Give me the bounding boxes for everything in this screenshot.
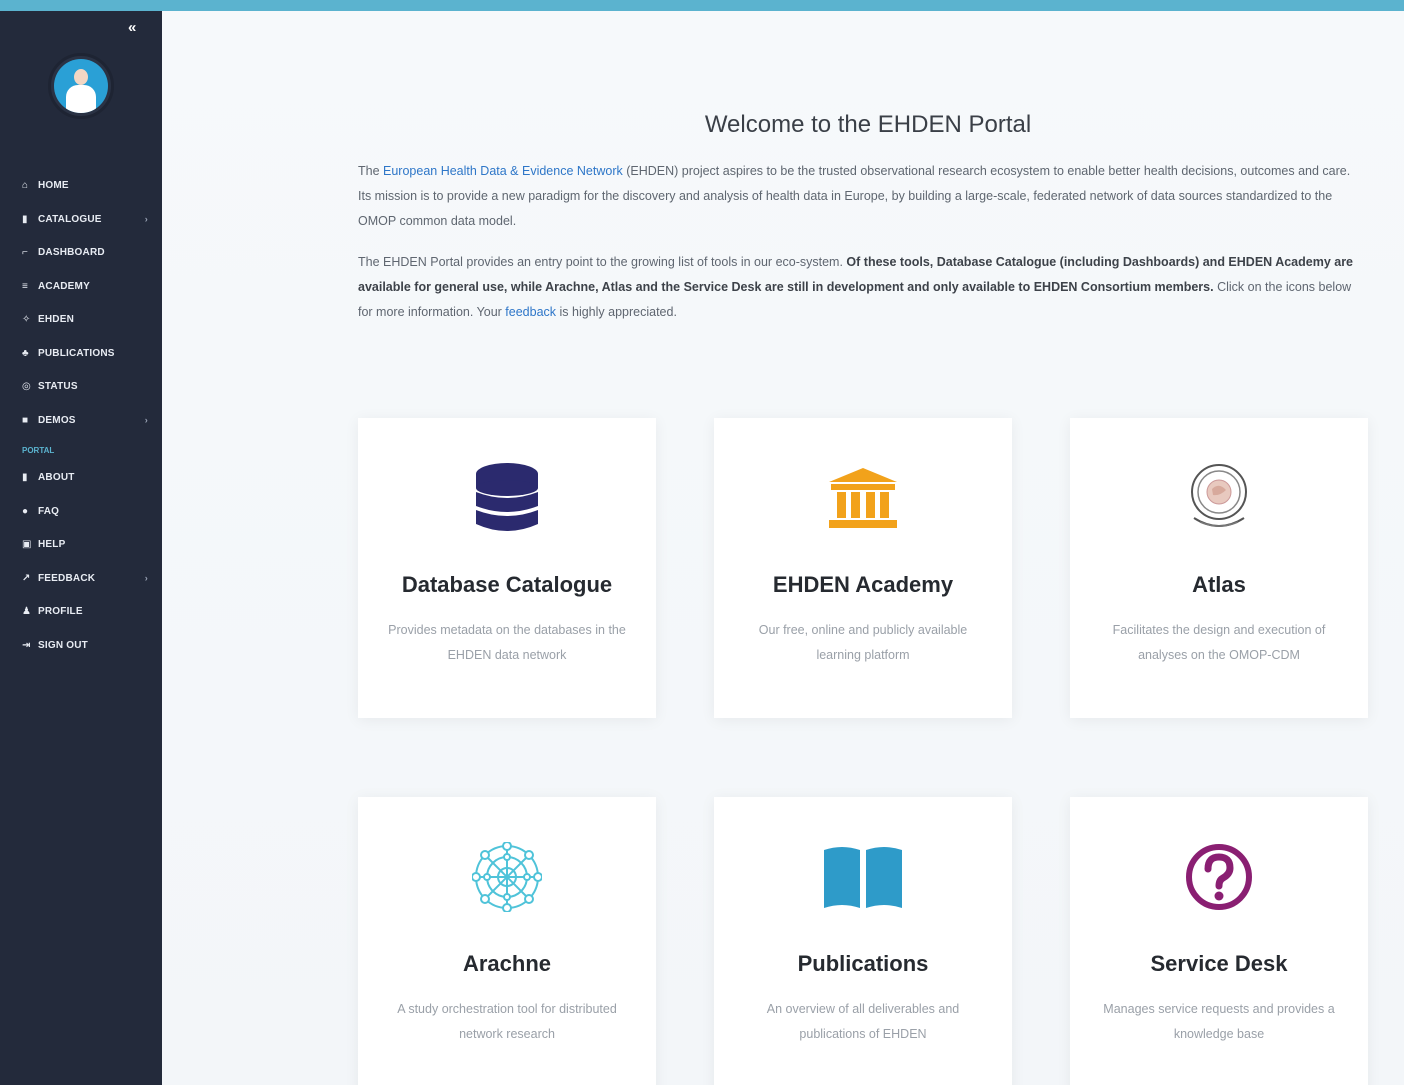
card-title: Database Catalogue: [401, 572, 613, 597]
sidebar-item-demos[interactable]: ■ DEMOS ›: [0, 404, 162, 438]
book-icon: ▮: [22, 213, 28, 225]
card-publications[interactable]: Publications An overview of all delivera…: [714, 797, 1012, 1085]
chevron-right-icon: ›: [144, 573, 148, 584]
ehden-network-link[interactable]: European Health Data & Evidence Network: [383, 164, 623, 178]
card-title: Arachne: [462, 951, 552, 976]
home-icon: ⌂: [22, 180, 29, 192]
card-database-catalogue[interactable]: Database Catalogue Provides metadata on …: [358, 418, 656, 718]
card-service-desk[interactable]: Service Desk Manages service requests an…: [1070, 797, 1368, 1085]
card-title: Publications: [797, 951, 929, 976]
sidebar-item-label: EHDEN: [38, 314, 75, 326]
sidebar-item-feedback[interactable]: ↗ FEEDBACK ›: [0, 562, 162, 596]
sidebar-item-publications[interactable]: ♣ PUBLICATIONS: [0, 337, 162, 371]
card-description: Facilitates the design and execution of …: [1112, 623, 1326, 662]
publications-icon: ♣: [22, 347, 29, 359]
sidebar-item-label: DASHBOARD: [38, 247, 105, 259]
sidebar-item-label: ABOUT: [38, 472, 75, 484]
chart-icon: ⌐: [22, 247, 29, 259]
chevron-right-icon: ›: [144, 415, 148, 426]
question-icon: ●: [22, 505, 29, 517]
sidebar-item-home[interactable]: ⌂ HOME: [0, 169, 162, 203]
card-title: Atlas: [1192, 572, 1246, 597]
academy-icon: ≡: [22, 280, 29, 292]
intro-paragraph-1: The European Health Data & Evidence Netw…: [358, 164, 1351, 228]
sidebar-item-label: PUBLICATIONS: [38, 347, 115, 359]
top-bar: [0, 0, 1404, 11]
sidebar-item-profile[interactable]: ♟ PROFILE: [0, 595, 162, 629]
sidebar-item-label: HOME: [38, 180, 69, 192]
sidebar: « ⌂ HOME ▮ CATALOGUE › ⌐ DASHBOARD ≡ ACADEMY ✧ EHD…: [0, 11, 162, 1085]
collapse-sidebar-button[interactable]: «: [128, 19, 136, 36]
sidebar-item-dashboard[interactable]: ⌐ DASHBOARD: [0, 236, 162, 270]
card-atlas[interactable]: Atlas Facilitates the design and executi…: [1070, 418, 1368, 718]
sidebar-item-label: DEMOS: [38, 414, 76, 426]
bookmark-icon: ▮: [22, 472, 28, 484]
card-description: Provides metadata on the databases in th…: [388, 623, 626, 662]
card-ehden-academy[interactable]: EHDEN Academy Our free, online and publi…: [714, 418, 1012, 718]
open-book-icon: [824, 847, 902, 908]
sidebar-item-academy[interactable]: ≡ ACADEMY: [0, 270, 162, 304]
feedback-icon: ↗: [22, 572, 31, 584]
main-content: Welcome to the EHDEN Portal The European…: [162, 11, 1404, 1085]
sidebar-item-sign-out[interactable]: ⇥ SIGN OUT: [0, 629, 162, 663]
academy-building-icon: [829, 468, 897, 528]
help-icon: ▣: [22, 539, 32, 551]
sidebar-item-status[interactable]: ◎ STATUS: [0, 370, 162, 404]
intro-text: The European Health Data & Evidence Netw…: [358, 159, 1358, 341]
chevron-right-icon: ›: [144, 214, 148, 225]
card-description: A study orchestration tool for distribut…: [397, 1002, 617, 1041]
card-description: An overview of all deliverables and publ…: [766, 1002, 960, 1041]
sidebar-item-label: SIGN OUT: [38, 639, 88, 651]
status-icon: ◎: [22, 381, 31, 393]
sidebar-nav: ⌂ HOME ▮ CATALOGUE › ⌐ DASHBOARD ≡ ACADEMY ✧ EHDEN…: [0, 169, 162, 662]
database-icon: [476, 463, 538, 531]
sidebar-item-label: PROFILE: [38, 606, 83, 618]
sidebar-item-label: FEEDBACK: [38, 572, 96, 584]
sidebar-item-faq[interactable]: ● FAQ: [0, 495, 162, 529]
folder-icon: ■: [22, 414, 29, 426]
sidebar-item-label: ACADEMY: [38, 280, 90, 292]
sidebar-item-label: STATUS: [38, 381, 78, 393]
sidebar-item-ehden[interactable]: ✧ EHDEN: [0, 303, 162, 337]
card-description: Manages service requests and provides a …: [1103, 1002, 1335, 1041]
page-title: Welcome to the EHDEN Portal: [704, 111, 1032, 138]
card-title: EHDEN Academy: [772, 572, 954, 597]
avatar[interactable]: [48, 53, 114, 119]
arachne-network-icon: [472, 842, 542, 912]
question-circle-icon: [1186, 844, 1252, 910]
sign-out-icon: ⇥: [22, 639, 31, 651]
card-description: Our free, online and publicly available …: [758, 623, 968, 662]
sidebar-item-label: HELP: [38, 539, 66, 551]
card-arachne[interactable]: Arachne A study orchestration tool for d…: [358, 797, 656, 1085]
sidebar-item-help[interactable]: ▣ HELP: [0, 528, 162, 562]
sidebar-item-catalogue[interactable]: ▮ CATALOGUE ›: [0, 203, 162, 237]
ehden-icon: ✧: [22, 314, 31, 326]
card-title: Service Desk: [1150, 951, 1288, 976]
sidebar-item-label: CATALOGUE: [38, 213, 102, 225]
feedback-link[interactable]: feedback: [505, 305, 556, 319]
sidebar-item-label: FAQ: [38, 505, 60, 517]
intro-paragraph-2: The EHDEN Portal provides an entry point…: [358, 255, 1354, 319]
sidebar-item-about[interactable]: ▮ ABOUT: [0, 461, 162, 495]
user-avatar-icon: [54, 59, 108, 113]
atlas-globe-icon: [1191, 464, 1247, 527]
user-icon: ♟: [22, 606, 32, 618]
nav-section-portal: PORTAL: [22, 446, 55, 455]
